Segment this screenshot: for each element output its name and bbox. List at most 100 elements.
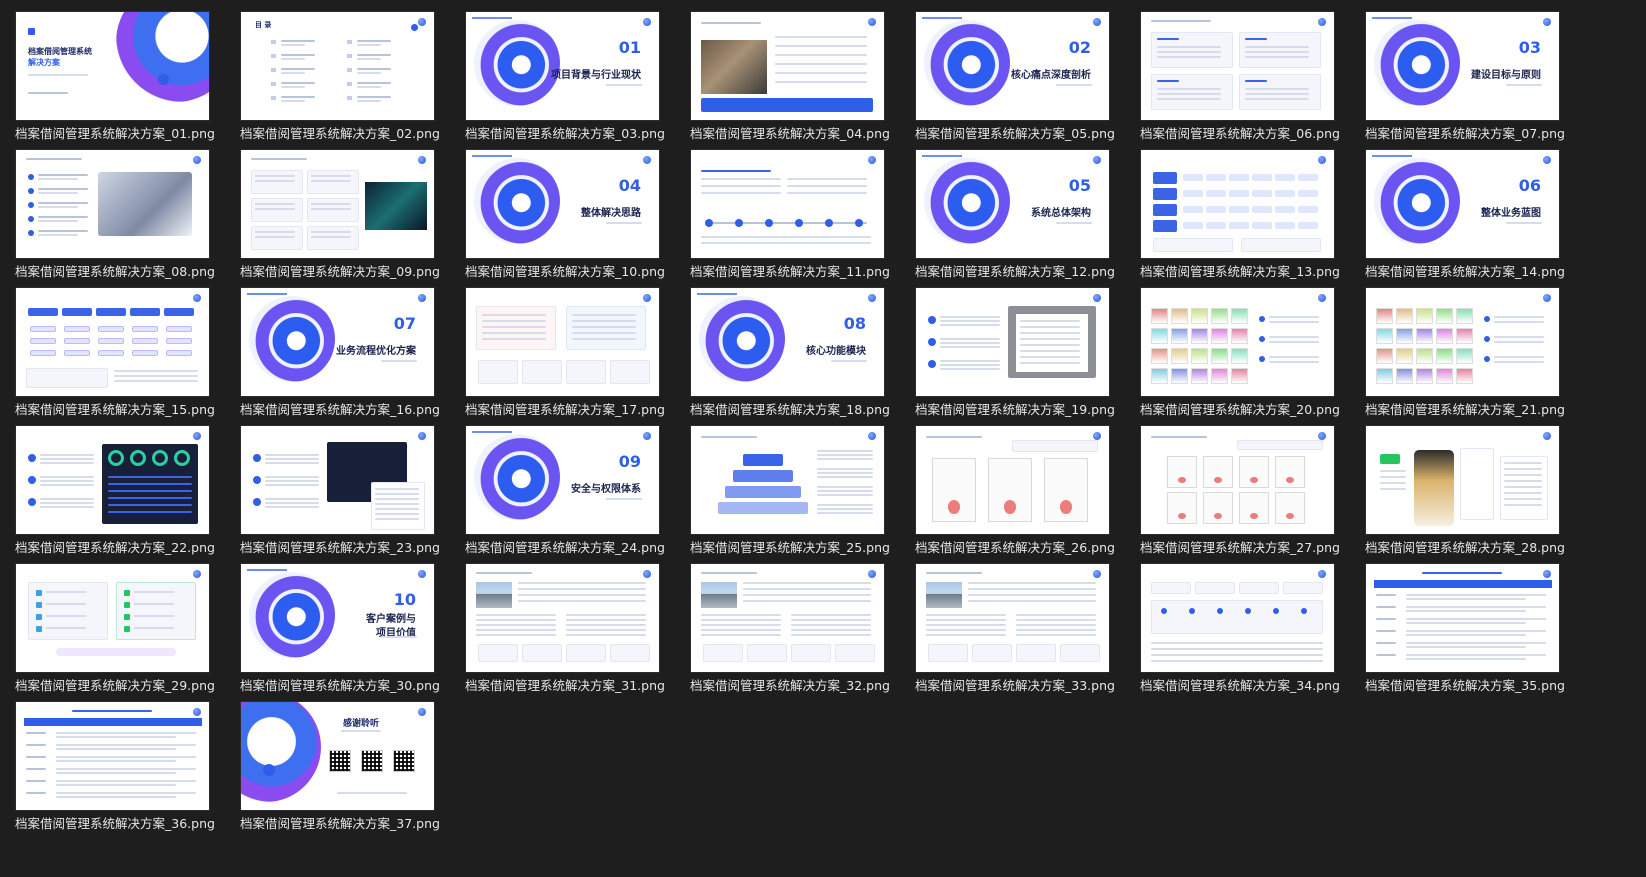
file-name[interactable]: 档案借阅管理系统解决方案_13.png <box>1140 261 1366 280</box>
file-item[interactable]: 档案借阅管理系统解决方案_17.png <box>465 287 691 425</box>
file-item[interactable]: 档案借阅管理系统解决方案_34.png <box>1140 563 1366 701</box>
file-name[interactable]: 档案借阅管理系统解决方案_04.png <box>690 123 916 142</box>
file-name[interactable]: 档案借阅管理系统解决方案_36.png <box>15 813 241 832</box>
file-item[interactable]: 08 核心功能模块档案借阅管理系统解决方案_18.png <box>690 287 916 425</box>
file-item[interactable]: 档案借阅管理系统解决方案_15.png <box>15 287 241 425</box>
slide-thumbnail[interactable] <box>15 149 210 259</box>
file-item[interactable]: 档案借阅管理系统解决方案_36.png <box>15 701 241 839</box>
slide-thumbnail[interactable] <box>690 149 885 259</box>
file-item[interactable]: 10 客户案例与 项目价值档案借阅管理系统解决方案_30.png <box>240 563 466 701</box>
file-item[interactable]: 02 核心痛点深度剖析档案借阅管理系统解决方案_05.png <box>915 11 1141 149</box>
file-name[interactable]: 档案借阅管理系统解决方案_21.png <box>1365 399 1591 418</box>
file-name[interactable]: 档案借阅管理系统解决方案_19.png <box>915 399 1141 418</box>
file-name[interactable]: 档案借阅管理系统解决方案_26.png <box>915 537 1141 556</box>
file-name[interactable]: 档案借阅管理系统解决方案_34.png <box>1140 675 1366 694</box>
file-name[interactable]: 档案借阅管理系统解决方案_02.png <box>240 123 466 142</box>
file-name[interactable]: 档案借阅管理系统解决方案_11.png <box>690 261 916 280</box>
slide-thumbnail[interactable]: 02 核心痛点深度剖析 <box>915 11 1110 121</box>
file-name[interactable]: 档案借阅管理系统解决方案_10.png <box>465 261 691 280</box>
file-item[interactable]: 档案借阅管理系统解决方案_09.png <box>240 149 466 287</box>
file-name[interactable]: 档案借阅管理系统解决方案_33.png <box>915 675 1141 694</box>
file-item[interactable]: 档案借阅管理系统解决方案_31.png <box>465 563 691 701</box>
slide-thumbnail[interactable] <box>915 287 1110 397</box>
slide-thumbnail[interactable] <box>465 563 660 673</box>
file-item[interactable]: 05 系统总体架构 档案借阅管理系统解决方案_12.png <box>915 149 1141 287</box>
file-name[interactable]: 档案借阅管理系统解决方案_09.png <box>240 261 466 280</box>
file-name[interactable]: 档案借阅管理系统解决方案_32.png <box>690 675 916 694</box>
file-name[interactable]: 档案借阅管理系统解决方案_25.png <box>690 537 916 556</box>
file-name[interactable]: 档案借阅管理系统解决方案_37.png <box>240 813 466 832</box>
file-name[interactable]: 档案借阅管理系统解决方案_08.png <box>15 261 241 280</box>
slide-thumbnail[interactable] <box>690 425 885 535</box>
file-item[interactable]: 档案借阅管理系统解决方案_04.png <box>690 11 916 149</box>
slide-thumbnail[interactable] <box>465 287 660 397</box>
slide-thumbnail[interactable] <box>1365 563 1560 673</box>
slide-thumbnail[interactable] <box>915 425 1110 535</box>
file-name[interactable]: 档案借阅管理系统解决方案_17.png <box>465 399 691 418</box>
file-name[interactable]: 档案借阅管理系统解决方案_20.png <box>1140 399 1366 418</box>
file-name[interactable]: 档案借阅管理系统解决方案_06.png <box>1140 123 1366 142</box>
file-item[interactable]: 档案借阅管理系统解决方案_29.png <box>15 563 241 701</box>
slide-thumbnail[interactable] <box>1140 287 1335 397</box>
file-name[interactable]: 档案借阅管理系统解决方案_35.png <box>1365 675 1591 694</box>
file-item[interactable]: 档案借阅管理系统解决方案_19.png <box>915 287 1141 425</box>
slide-thumbnail[interactable]: 08 核心功能模块 <box>690 287 885 397</box>
file-item[interactable]: 09 安全与权限体系档案借阅管理系统解决方案_24.png <box>465 425 691 563</box>
slide-thumbnail[interactable] <box>240 149 435 259</box>
slide-thumbnail[interactable] <box>915 563 1110 673</box>
file-name[interactable]: 档案借阅管理系统解决方案_01.png <box>15 123 241 142</box>
file-item[interactable]: 01 项目背景与行业现状档案借阅管理系统解决方案_03.png <box>465 11 691 149</box>
file-item[interactable]: 档案借阅管理系统 解决方案档案借阅管理系统解决方案_01.png <box>15 11 241 149</box>
file-item[interactable]: 档案借阅管理系统解决方案_13.png <box>1140 149 1366 287</box>
file-item[interactable]: 档案借阅管理系统解决方案_22.png <box>15 425 241 563</box>
file-item[interactable]: 档案借阅管理系统解决方案_32.png <box>690 563 916 701</box>
file-item[interactable]: 03 建设目标与原则档案借阅管理系统解决方案_07.png <box>1365 11 1591 149</box>
file-item[interactable]: 档案借阅管理系统解决方案_35.png <box>1365 563 1591 701</box>
file-name[interactable]: 档案借阅管理系统解决方案_28.png <box>1365 537 1591 556</box>
file-item[interactable]: 04 整体解决思路档案借阅管理系统解决方案_10.png <box>465 149 691 287</box>
file-name[interactable]: 档案借阅管理系统解决方案_15.png <box>15 399 241 418</box>
file-item[interactable]: 档案借阅管理系统解决方案_27.png <box>1140 425 1366 563</box>
slide-thumbnail[interactable]: 06 整体业务蓝图 <box>1365 149 1560 259</box>
slide-thumbnail[interactable] <box>15 425 210 535</box>
slide-thumbnail[interactable]: 01 项目背景与行业现状 <box>465 11 660 121</box>
slide-thumbnail[interactable]: 03 建设目标与原则 <box>1365 11 1560 121</box>
slide-thumbnail[interactable]: 04 整体解决思路 <box>465 149 660 259</box>
file-name[interactable]: 档案借阅管理系统解决方案_24.png <box>465 537 691 556</box>
file-item[interactable]: 档案借阅管理系统解决方案_26.png <box>915 425 1141 563</box>
file-name[interactable]: 档案借阅管理系统解决方案_12.png <box>915 261 1141 280</box>
file-name[interactable]: 档案借阅管理系统解决方案_31.png <box>465 675 691 694</box>
slide-thumbnail[interactable] <box>15 701 210 811</box>
file-item[interactable]: 档案借阅管理系统解决方案_06.png <box>1140 11 1366 149</box>
file-item[interactable]: 感谢聆听 档案借阅管理系统解决方案_37.png <box>240 701 466 839</box>
slide-thumbnail[interactable]: 目 录 <box>240 11 435 121</box>
file-item[interactable]: 档案借阅管理系统解决方案_25.png <box>690 425 916 563</box>
slide-thumbnail[interactable] <box>1140 563 1335 673</box>
file-name[interactable]: 档案借阅管理系统解决方案_18.png <box>690 399 916 418</box>
file-item[interactable]: 档案借阅管理系统解决方案_23.png <box>240 425 466 563</box>
file-item[interactable]: 目 录档案借阅管理系统解决方案_02.png <box>240 11 466 149</box>
file-name[interactable]: 档案借阅管理系统解决方案_05.png <box>915 123 1141 142</box>
file-item[interactable]: 06 整体业务蓝图档案借阅管理系统解决方案_14.png <box>1365 149 1591 287</box>
slide-thumbnail[interactable] <box>1140 425 1335 535</box>
slide-thumbnail[interactable]: 07 业务流程优化方案 <box>240 287 435 397</box>
file-item[interactable]: 档案借阅管理系统解决方案_33.png <box>915 563 1141 701</box>
slide-thumbnail[interactable] <box>1365 287 1560 397</box>
file-item[interactable]: 档案借阅管理系统解决方案_08.png <box>15 149 241 287</box>
slide-thumbnail[interactable] <box>1140 149 1335 259</box>
slide-thumbnail[interactable] <box>15 287 210 397</box>
file-name[interactable]: 档案借阅管理系统解决方案_27.png <box>1140 537 1366 556</box>
file-item[interactable]: 档案借阅管理系统解决方案_28.png <box>1365 425 1591 563</box>
slide-thumbnail[interactable]: 09 安全与权限体系 <box>465 425 660 535</box>
file-name[interactable]: 档案借阅管理系统解决方案_30.png <box>240 675 466 694</box>
file-name[interactable]: 档案借阅管理系统解决方案_07.png <box>1365 123 1591 142</box>
file-name[interactable]: 档案借阅管理系统解决方案_03.png <box>465 123 691 142</box>
file-item[interactable]: 档案借阅管理系统解决方案_11.png <box>690 149 916 287</box>
file-item[interactable]: 档案借阅管理系统解决方案_20.png <box>1140 287 1366 425</box>
file-name[interactable]: 档案借阅管理系统解决方案_14.png <box>1365 261 1591 280</box>
slide-thumbnail[interactable] <box>15 563 210 673</box>
file-item[interactable]: 07 业务流程优化方案 档案借阅管理系统解决方案_16.png <box>240 287 466 425</box>
slide-thumbnail[interactable] <box>1365 425 1560 535</box>
slide-thumbnail[interactable]: 10 客户案例与 项目价值 <box>240 563 435 673</box>
slide-thumbnail[interactable]: 档案借阅管理系统 解决方案 <box>15 11 210 121</box>
